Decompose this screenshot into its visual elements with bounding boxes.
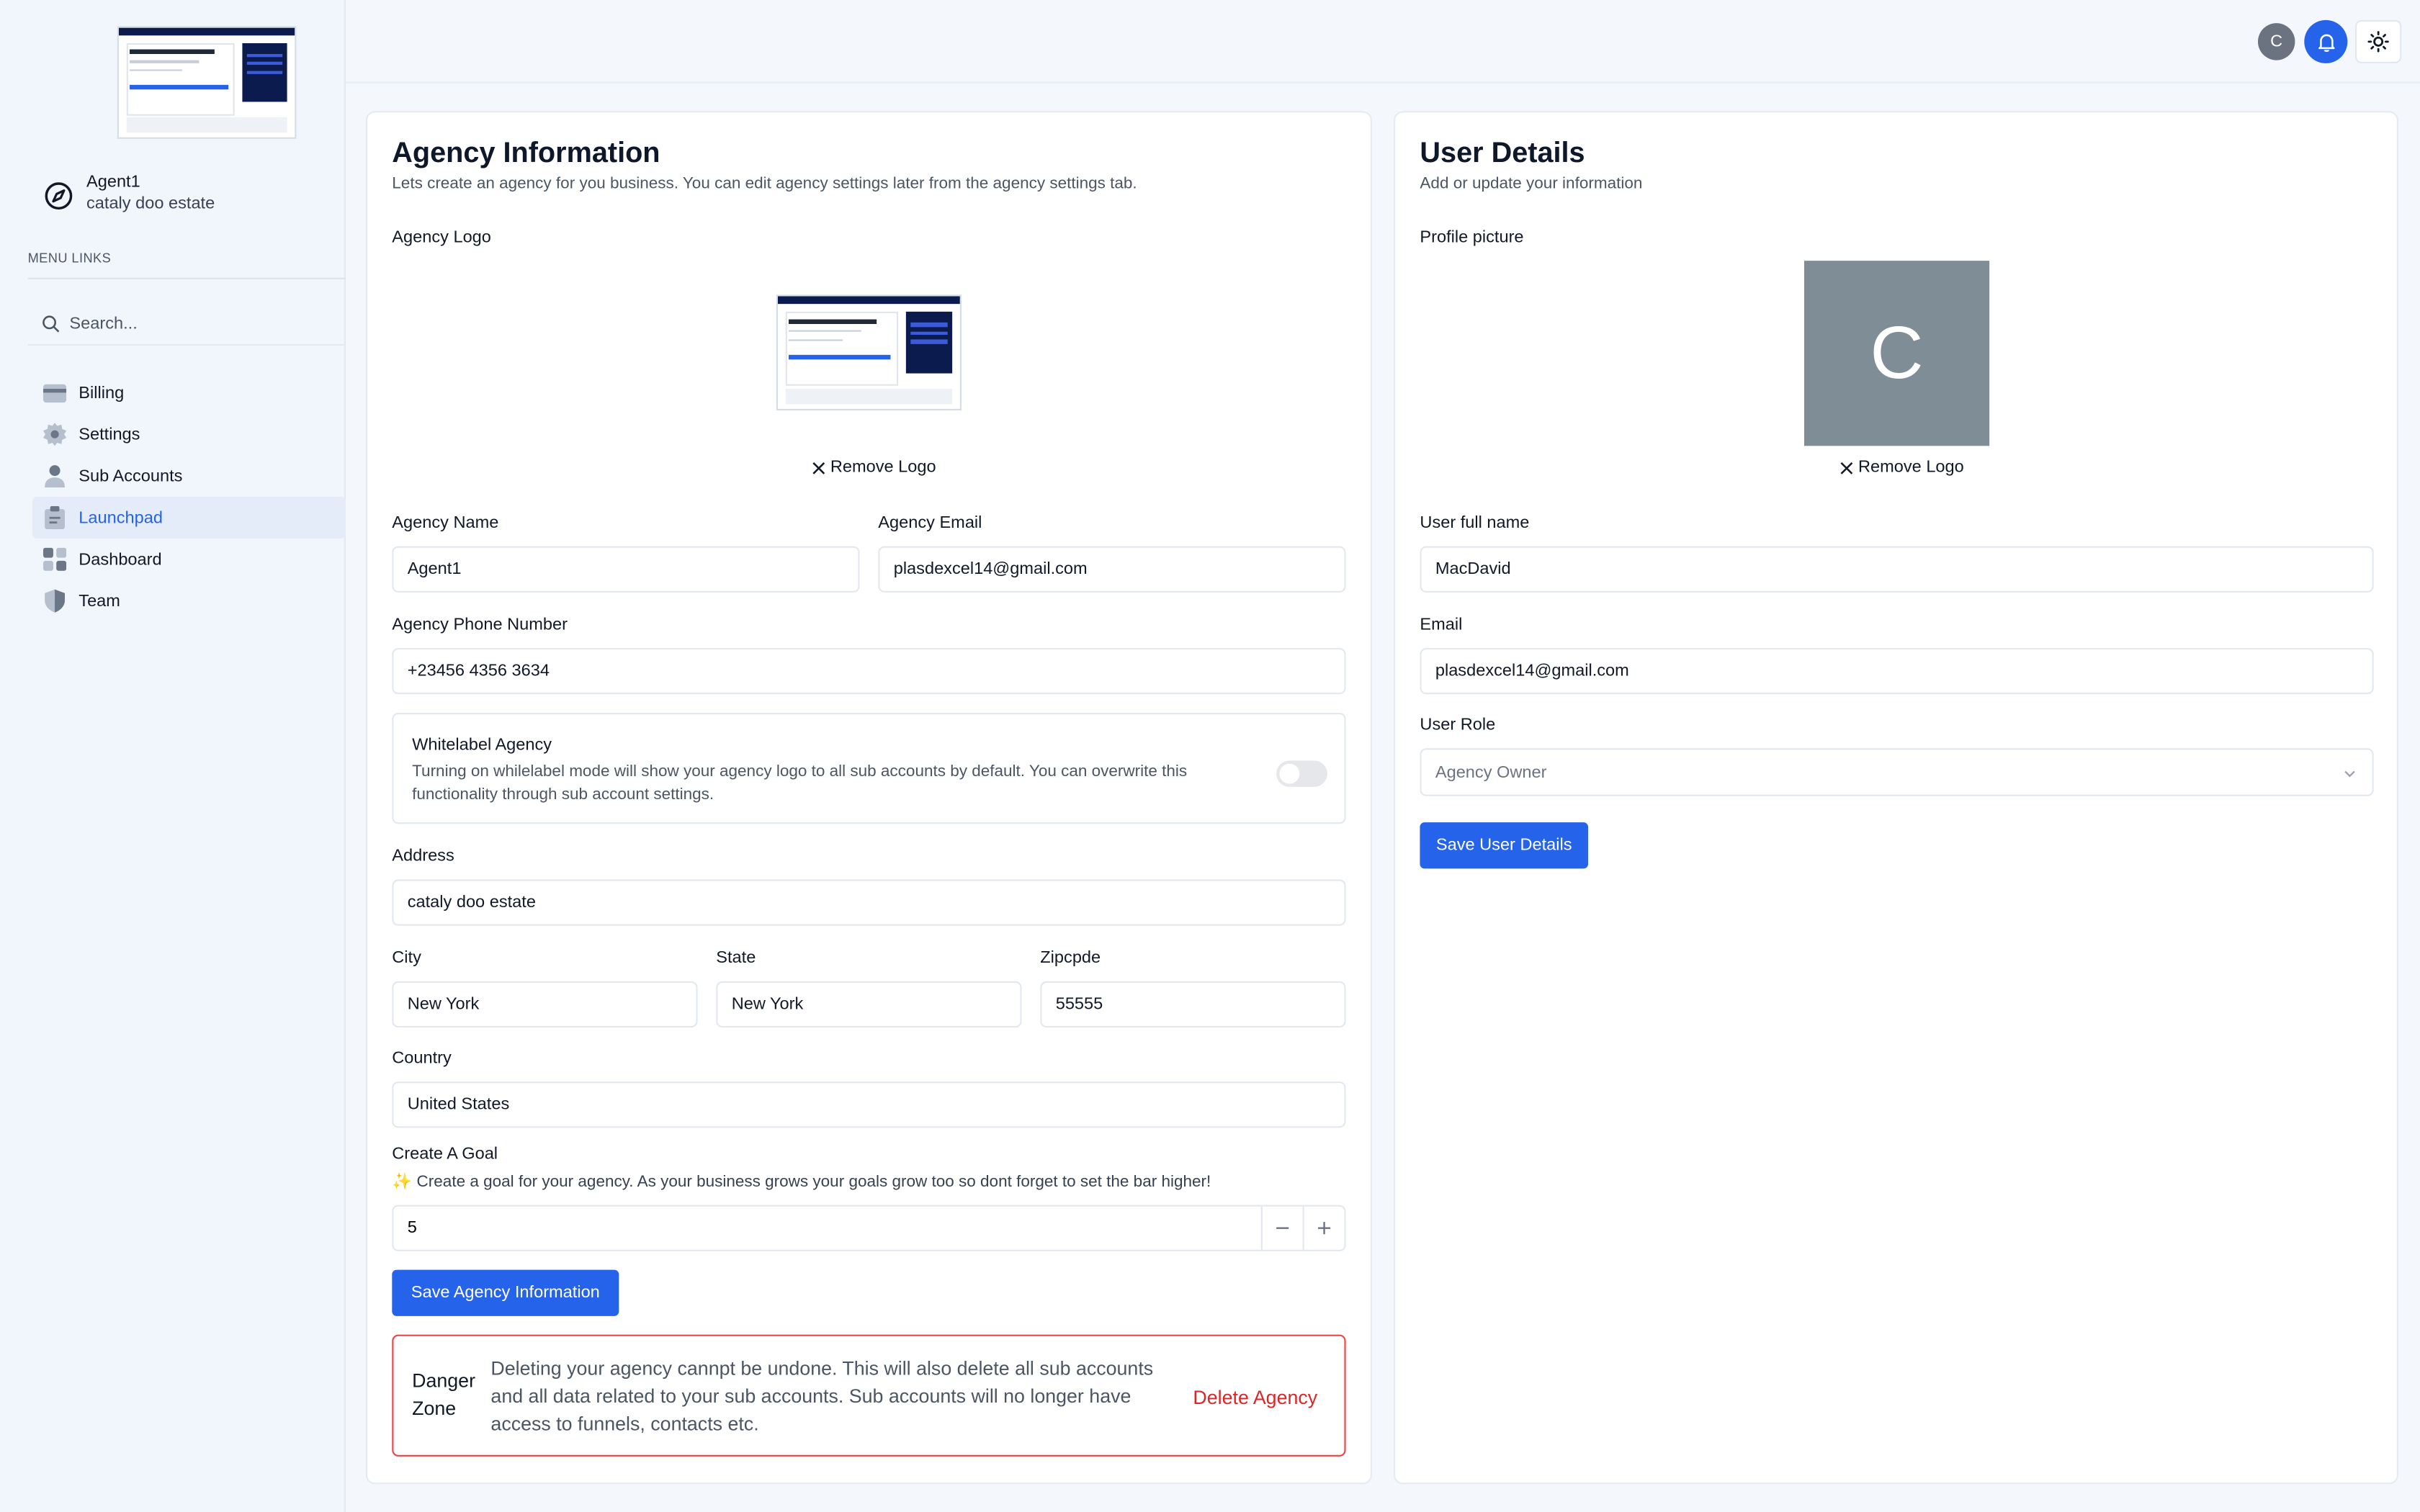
sidebar-item-label: Sub Accounts: [79, 467, 183, 485]
sidebar-item-label: Settings: [79, 425, 140, 444]
remove-profile-picture-button[interactable]: Remove Logo: [1839, 458, 1964, 477]
save-user-details-button[interactable]: Save User Details: [1420, 822, 1588, 869]
save-agency-information-button[interactable]: Save Agency Information: [392, 1269, 619, 1316]
notifications-button[interactable]: [2304, 19, 2348, 63]
agency-name-input[interactable]: [392, 546, 860, 593]
user-role-label: User Role: [1420, 716, 1496, 734]
agency-name-label: Agency Name: [392, 513, 499, 533]
sidebar: Agent1 cataly doo estate MENU LINKS Bill…: [0, 0, 346, 1512]
sidebar-item-label: Launchpad: [79, 508, 163, 527]
bell-icon: [2318, 33, 2334, 51]
whitelabel-toggle[interactable]: [1276, 760, 1327, 787]
user-avatar[interactable]: C: [2258, 23, 2295, 60]
whitelabel-description: Turning on whilelabel mode will show you…: [412, 762, 1188, 804]
sidebar-item-launchpad[interactable]: Launchpad: [32, 497, 346, 539]
remove-logo-label: Remove Logo: [830, 458, 936, 477]
agency-name: Agent1: [86, 173, 140, 192]
compass-icon: [45, 182, 73, 210]
sidebar-item-label: Dashboard: [79, 549, 162, 569]
sidebar-item-label: Billing: [79, 383, 125, 402]
address-label: Address: [392, 847, 454, 866]
agency-info-subtitle: Lets create an agency for you business. …: [392, 174, 1137, 193]
city-input[interactable]: [392, 981, 698, 1028]
agency-address: cataly doo estate: [86, 194, 215, 213]
chevron-down-icon: [2344, 770, 2355, 778]
user-email-input[interactable]: [1420, 648, 2374, 695]
goal-increment-button[interactable]: [1302, 1206, 1345, 1250]
sidebar-item-settings[interactable]: Settings: [32, 413, 346, 455]
agency-profile[interactable]: Agent1 cataly doo estate: [43, 173, 215, 213]
user-full-name-label: User full name: [1420, 513, 1530, 533]
goal-description: ✨ Create a goal for your agency. As your…: [392, 1172, 1211, 1192]
state-input[interactable]: [716, 981, 1022, 1028]
user-email-label: Email: [1420, 616, 1463, 634]
shield-icon: [45, 589, 65, 613]
search-input[interactable]: [69, 314, 317, 333]
person-icon: [45, 465, 65, 488]
agency-email-label: Agency Email: [878, 513, 982, 533]
profile-picture-label: Profile picture: [1420, 228, 1524, 247]
menu-links-label: MENU LINKS: [27, 250, 112, 266]
country-input[interactable]: [392, 1081, 1346, 1128]
topbar: [346, 0, 2420, 84]
country-label: Country: [392, 1049, 452, 1068]
danger-zone: Danger Zone Deleting your agency cannpt …: [392, 1334, 1346, 1457]
grid-icon: [43, 547, 67, 571]
agency-phone-label: Agency Phone Number: [392, 616, 568, 634]
remove-agency-logo-button[interactable]: Remove Logo: [812, 458, 936, 477]
theme-toggle-button[interactable]: [2355, 19, 2402, 63]
goal-stepper: [392, 1205, 1346, 1251]
sidebar-item-team[interactable]: Team: [32, 580, 346, 622]
goal-label: Create A Goal: [392, 1145, 498, 1164]
sidebar-item-sub-accounts[interactable]: Sub Accounts: [32, 455, 346, 497]
agency-logo-label: Agency Logo: [392, 228, 491, 247]
remove-logo-label: Remove Logo: [1858, 458, 1964, 477]
plus-icon: [1317, 1222, 1331, 1235]
credit-card-icon: [43, 383, 67, 402]
sidebar-search[interactable]: [27, 302, 346, 346]
goal-decrement-button[interactable]: [1260, 1206, 1303, 1250]
zipcode-input[interactable]: [1040, 981, 1346, 1028]
user-role-value: Agency Owner: [1435, 762, 1547, 782]
user-full-name-input[interactable]: [1420, 546, 2374, 593]
agency-logo-thumbnail: [117, 26, 297, 139]
user-details-title: User Details: [1420, 135, 1585, 168]
agency-phone-input[interactable]: [392, 648, 1346, 695]
search-icon: [42, 315, 60, 332]
user-role-select[interactable]: Agency Owner: [1420, 748, 2374, 796]
sidebar-item-billing[interactable]: Billing: [32, 372, 346, 413]
profile-picture: C: [1804, 261, 1990, 446]
agency-logo-image: [776, 294, 962, 410]
state-label: State: [716, 948, 756, 968]
city-label: City: [392, 948, 421, 968]
whitelabel-section: Whitelabel Agency Turning on whilelabel …: [392, 712, 1346, 824]
sidebar-item-dashboard[interactable]: Dashboard: [32, 539, 346, 580]
zipcode-label: Zipcpde: [1040, 948, 1101, 968]
sun-icon: [2367, 31, 2389, 53]
divider: [27, 277, 346, 279]
gear-icon: [43, 423, 67, 446]
danger-zone-title: Danger Zone: [412, 1369, 475, 1420]
address-input[interactable]: [392, 879, 1346, 926]
danger-zone-description: Deleting your agency cannpt be undone. T…: [490, 1357, 1154, 1435]
close-icon: [1840, 461, 1853, 474]
clipboard-icon: [45, 505, 65, 529]
user-details-subtitle: Add or update your information: [1420, 174, 1643, 193]
agency-email-input[interactable]: [878, 546, 1346, 593]
sidebar-item-label: Team: [79, 591, 120, 611]
minus-icon: [1276, 1227, 1289, 1229]
close-icon: [812, 461, 825, 474]
agency-info-title: Agency Information: [392, 135, 660, 168]
goal-input[interactable]: [393, 1206, 1227, 1250]
delete-agency-button[interactable]: Delete Agency: [1193, 1387, 1317, 1408]
sidebar-nav: Billing Settings Sub Accounts Launchpad …: [32, 372, 346, 621]
whitelabel-title: Whitelabel Agency: [412, 736, 552, 755]
